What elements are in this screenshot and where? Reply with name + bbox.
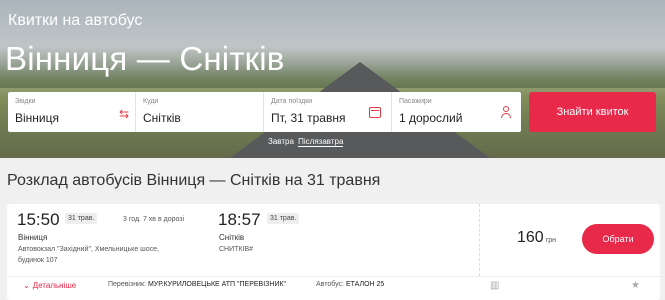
to-input[interactable]: Снітків (143, 111, 181, 125)
route-map-icon[interactable]: ▥ (490, 280, 499, 291)
from-input[interactable]: Вінниця (15, 111, 59, 125)
chevron-down-icon: ⌄ (23, 281, 30, 290)
from-field[interactable]: Звідки Вінниця ⇆ (8, 92, 136, 132)
from-label: Звідки (15, 98, 36, 105)
calendar-icon[interactable] (369, 107, 381, 118)
swap-icon[interactable]: ⇆ (119, 108, 129, 120)
trip-card: 15:50 31 трав. 3 год. 7 хв в дорозі 18:5… (7, 204, 660, 300)
arrive-city: Снітків (219, 233, 245, 242)
depart-address-line-1: Автовокзал "Західний", Хмельницьке шосе, (18, 246, 159, 253)
page-title: Вінниця — Снітків (5, 40, 285, 77)
find-ticket-button[interactable]: Знайти квиток (529, 92, 656, 132)
depart-city: Вінниця (18, 233, 48, 242)
depart-time: 15:50 (17, 210, 60, 229)
date-label: Дата поїздки (271, 98, 313, 105)
carrier-label: Перевізник: (108, 281, 146, 288)
arrive-time: 18:57 (218, 210, 261, 229)
star-icon[interactable]: ★ (631, 280, 640, 291)
details-link[interactable]: ⌄ Детальніше (23, 281, 76, 290)
to-label: Куди (143, 98, 159, 105)
quick-date-tomorrow[interactable]: Завтра (268, 137, 294, 146)
price-currency: грн (545, 237, 557, 244)
hero-eyebrow: Квитки на автобус (8, 12, 143, 29)
carrier-info: Перевізник: МУР.КУРИЛОВЕЦЬКЕ АТП "ПЕРЕВІ… (108, 281, 286, 288)
bus-label: Автобус: (316, 281, 344, 288)
to-field[interactable]: Куди Снітків (136, 92, 264, 132)
date-field[interactable]: Дата поїздки Пт, 31 травня (264, 92, 392, 132)
bus-info: Автобус: ЕТАЛОН 25 (316, 281, 384, 288)
passengers-input[interactable]: 1 дорослий (399, 111, 462, 125)
carrier-value: МУР.КУРИЛОВЕЦЬКЕ АТП "ПЕРЕВІЗНИК" (147, 281, 287, 288)
bus-value: ЕТАЛОН 25 (345, 281, 385, 288)
passengers-field[interactable]: Пасажири 1 дорослий (392, 92, 521, 132)
quick-dates: Завтра Післязавтра (268, 137, 345, 147)
choose-button[interactable]: Обрати (582, 224, 654, 254)
details-label: Детальніше (32, 281, 77, 290)
trip-price: 160 грн (517, 229, 556, 247)
passengers-label: Пасажири (399, 98, 432, 105)
depart-date-badge: 31 трав. (65, 213, 98, 224)
date-input[interactable]: Пт, 31 травня (271, 111, 345, 125)
trip-duration: 3 год. 7 хв в дорозі (123, 216, 185, 223)
schedule-title: Розклад автобусів Вінниця — Снітків на 3… (7, 172, 381, 189)
arrive-address: СНИТКІВ# (219, 246, 254, 253)
arrive-date-badge: 31 трав. (267, 213, 300, 224)
depart-address-line-2: будинок 107 (18, 257, 58, 264)
search-form: Звідки Вінниця ⇆ Куди Снітків Дата поїзд… (8, 92, 521, 132)
price-value: 160 (517, 229, 544, 246)
person-icon (501, 106, 511, 118)
quick-date-day-after[interactable]: Післязавтра (298, 137, 344, 147)
